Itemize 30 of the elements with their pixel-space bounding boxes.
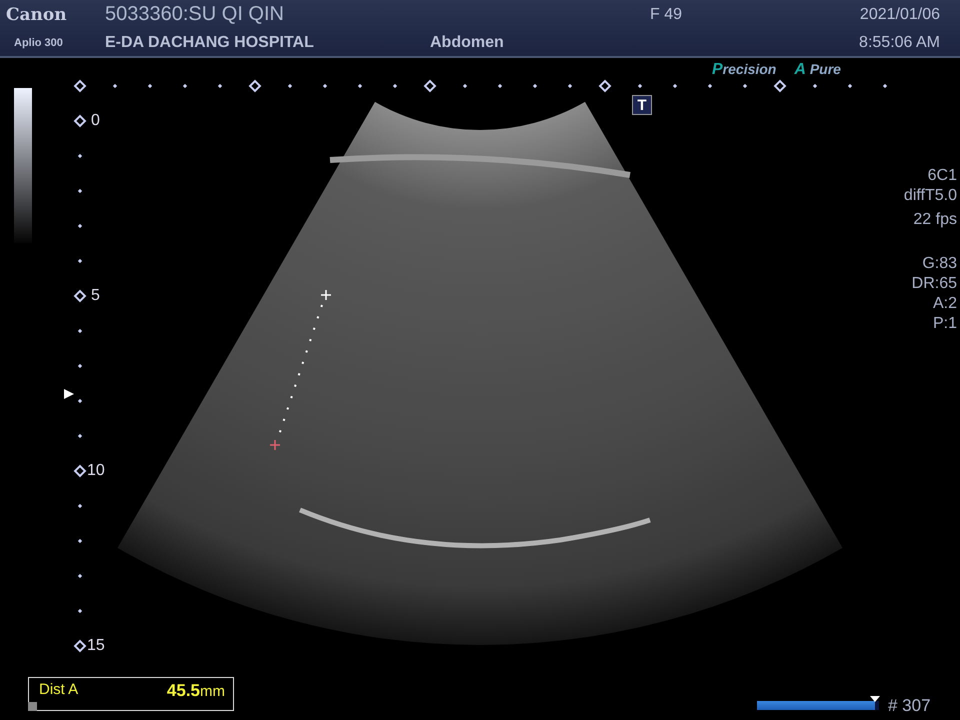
corner-square-icon — [28, 702, 37, 711]
model-name: Aplio 300 — [13, 36, 64, 48]
mode-label: Precision — [712, 61, 776, 79]
image-parameter: G:83 — [922, 254, 957, 274]
depth-label: 0 — [91, 113, 100, 129]
probe-info: 22 fps — [913, 210, 957, 230]
measurement-label: Dist A — [39, 681, 78, 698]
brand-logo: Canon — [5, 4, 68, 24]
image-parameter: P:1 — [932, 314, 957, 334]
exam-type: Abdomen — [430, 34, 505, 52]
hospital-name: E-DA DACHANG HOSPITAL — [105, 34, 315, 52]
frame-number: # 307 — [888, 696, 931, 716]
exam-date: 2021/01/06 — [859, 6, 940, 24]
depth-label: 5 — [91, 288, 100, 304]
probe-info: diffT5.0 — [904, 186, 957, 206]
mode-label: A Pure — [794, 61, 841, 79]
focus-marker-icon — [64, 389, 74, 399]
depth-label: 10 — [87, 463, 105, 479]
probe-info: 6C1 — [928, 166, 957, 186]
image-parameter: DR:65 — [912, 274, 957, 294]
cine-thumb[interactable] — [870, 696, 880, 702]
depth-label: 15 — [87, 638, 105, 654]
caliper-cross-icon — [270, 440, 280, 450]
t-marker-icon: T — [632, 95, 652, 115]
exam-time: 8:55:06 AM — [859, 34, 940, 52]
image-parameter: A:2 — [932, 294, 957, 314]
patient-id: 5033360:SU QI QIN — [105, 3, 285, 26]
measurement-value: 45.5mm — [166, 681, 225, 701]
sex-age: F 49 — [649, 6, 684, 24]
caliper-cross-icon — [321, 290, 331, 300]
